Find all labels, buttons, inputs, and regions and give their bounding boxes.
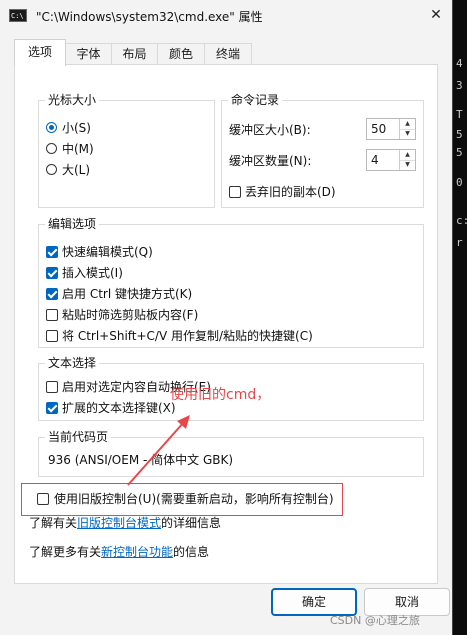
watermark: CSDN @心理之旅 (330, 614, 420, 627)
tab-options[interactable]: 选项 (14, 39, 66, 66)
annotation-arrow (127, 415, 190, 486)
